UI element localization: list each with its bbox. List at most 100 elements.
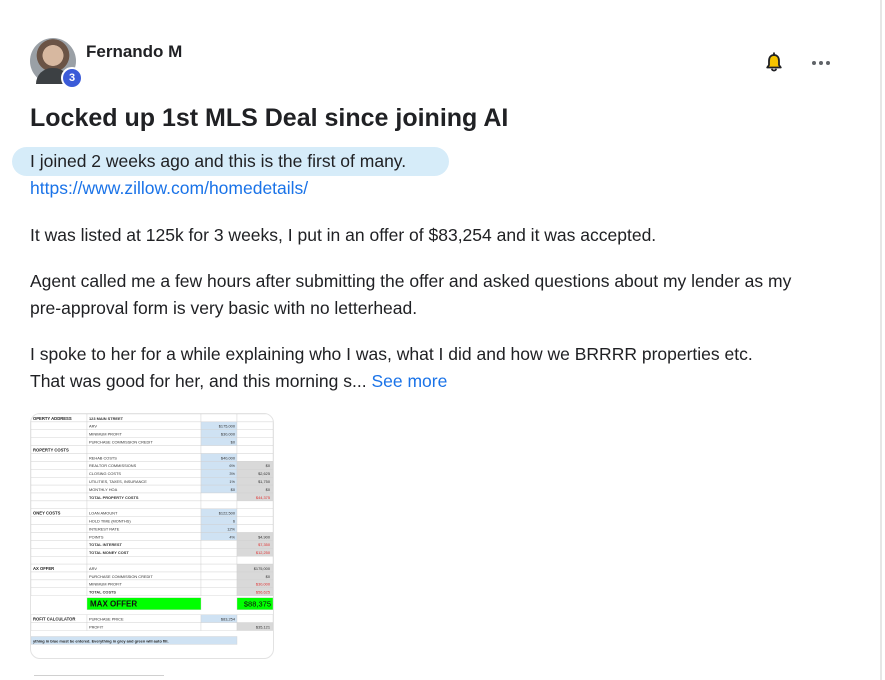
sheet-cell xyxy=(31,421,88,431)
sheet-cell xyxy=(31,548,88,557)
post-paragraph-3a: I spoke to her for a while explaining wh… xyxy=(30,344,753,364)
more-options-icon[interactable] xyxy=(808,52,834,74)
sheet-text: HOLD TIME (MONTHS) xyxy=(89,519,131,524)
sheet-text: ARV xyxy=(89,566,97,571)
sheet-text: PURCHASE COMMISSION CREDIT xyxy=(89,574,153,579)
sheet-cell xyxy=(31,571,88,581)
sheet-text: 6 xyxy=(233,519,235,524)
sheet-cell xyxy=(86,445,202,454)
sheet-text: PROFIT xyxy=(89,624,104,629)
sheet-text: 6% xyxy=(229,463,235,468)
sheet-text: $175,000 xyxy=(254,566,271,571)
sheet-cell xyxy=(236,421,273,431)
sheet-cell xyxy=(200,571,238,581)
scrollbar-edge xyxy=(880,0,882,680)
post-paragraph-2b: pre-approval form is very basic with no … xyxy=(30,298,418,318)
see-more-link[interactable]: See more xyxy=(371,371,447,391)
sheet-text: MAX OFFER xyxy=(90,600,137,609)
sheet-text: 12% xyxy=(227,526,235,531)
sheet-text: 1% xyxy=(229,479,235,484)
sheet-text: $1,750 xyxy=(258,479,271,484)
sheet-cell xyxy=(236,429,273,438)
sheet-text: $30,000 xyxy=(221,432,236,437)
sheet-text: $2,625 xyxy=(258,471,270,476)
sheet-text: TOTAL MONEY COST xyxy=(89,550,129,555)
sheet-cell xyxy=(200,579,238,588)
sheet-text: $12,250 xyxy=(256,550,271,555)
sheet-text: ARV xyxy=(89,424,97,429)
sheet-text: ything in blue must be entered. Everythi… xyxy=(33,638,169,643)
sheet-cell xyxy=(31,492,88,502)
sheet-cell xyxy=(236,508,273,517)
sheet-cell xyxy=(31,477,88,486)
sheet-cell xyxy=(31,461,88,470)
sheet-cell xyxy=(236,516,273,525)
zillow-link[interactable]: https://www.zillow.com/homedetails/ xyxy=(30,178,308,198)
sheet-cell xyxy=(236,414,273,423)
sheet-text: PURCHASE PRICE xyxy=(89,617,124,622)
sheet-cell xyxy=(86,500,202,510)
sheet-cell xyxy=(31,540,88,549)
sheet-text: $35,121 xyxy=(256,624,270,629)
sheet-cell xyxy=(236,445,273,454)
sheet-cell xyxy=(236,524,273,533)
sheet-cell xyxy=(200,587,238,596)
sheet-cell xyxy=(31,532,88,541)
sheet-text: MINIMUM PROFIT xyxy=(89,582,122,587)
spreadsheet-image: OPERTY ADDRESS 123 MAIN STREET ARV $175,000… xyxy=(31,414,273,645)
sheet-text: $7,350 xyxy=(258,542,271,547)
sheet-text: ROPERTY COSTS xyxy=(33,447,69,452)
sheet-text: ONEY COSTS xyxy=(33,511,61,516)
sheet-text: $88,375 xyxy=(244,600,271,609)
sheet-text: $44,375 xyxy=(256,495,270,500)
sheet-cell xyxy=(200,516,238,525)
sheet-cell xyxy=(31,524,88,533)
level-badge: 3 xyxy=(61,67,83,89)
sheet-text: ROFIT CALCULATOR xyxy=(33,617,75,622)
bell-icon[interactable] xyxy=(763,52,785,74)
sheet-cell xyxy=(200,548,238,557)
post-header: 3 Fernando M xyxy=(30,38,860,89)
sheet-text: $175,000 xyxy=(219,424,236,429)
sheet-text: AX OFFER xyxy=(33,566,54,571)
sheet-text: LOAN AMOUNT xyxy=(89,511,118,516)
post-paragraph-2a: Agent called me a few hours after submit… xyxy=(30,271,792,291)
sheet-text: POINTS xyxy=(89,534,104,539)
sheet-text: CLOSING COSTS xyxy=(89,471,121,476)
sheet-text: 4% xyxy=(229,534,235,539)
sheet-cell xyxy=(200,500,238,510)
sheet-cell xyxy=(200,622,238,631)
post-paragraph-3b: That was good for her, and this morning … xyxy=(30,371,367,391)
sheet-cell xyxy=(31,587,88,596)
sheet-cell xyxy=(31,500,88,510)
sheet-cell xyxy=(31,437,88,446)
sheet-text: REHAB COSTS xyxy=(89,455,117,460)
sheet-cell xyxy=(200,555,238,565)
sheet-cell xyxy=(200,414,238,423)
sheet-text: PURCHASE COMMISSION CREDIT xyxy=(89,440,153,445)
sheet-cell xyxy=(31,429,88,438)
sheet-text: 3% xyxy=(229,471,235,476)
sheet-cell xyxy=(236,437,273,446)
sheet-cell xyxy=(200,540,238,549)
sheet-cell xyxy=(86,421,202,431)
author-name[interactable]: Fernando M xyxy=(86,42,182,62)
sheet-text: TOTAL INTEREST xyxy=(89,542,122,547)
sheet-cell xyxy=(86,563,202,573)
sheet-text: $122,500 xyxy=(219,511,236,516)
sheet-text: $4,900 xyxy=(258,534,271,539)
sheet-text: 123 MAIN STREET xyxy=(89,416,124,421)
sheet-text: MONTHLY HOA xyxy=(89,487,118,492)
sheet-cell xyxy=(31,453,88,462)
divider xyxy=(34,675,164,676)
avatar[interactable]: 3 xyxy=(30,38,83,89)
post-title: Locked up 1st MLS Deal since joining AI xyxy=(30,104,509,132)
attachment-thumbnail[interactable]: OPERTY ADDRESS 123 MAIN STREET ARV $175,000… xyxy=(30,413,274,659)
sheet-cell xyxy=(86,622,202,631)
sheet-cell xyxy=(31,516,88,525)
sheet-cell xyxy=(86,532,202,541)
sheet-cell xyxy=(31,622,88,631)
sheet-cell xyxy=(236,614,273,623)
sheet-cell xyxy=(200,445,238,454)
sheet-text: $56,625 xyxy=(256,590,270,595)
